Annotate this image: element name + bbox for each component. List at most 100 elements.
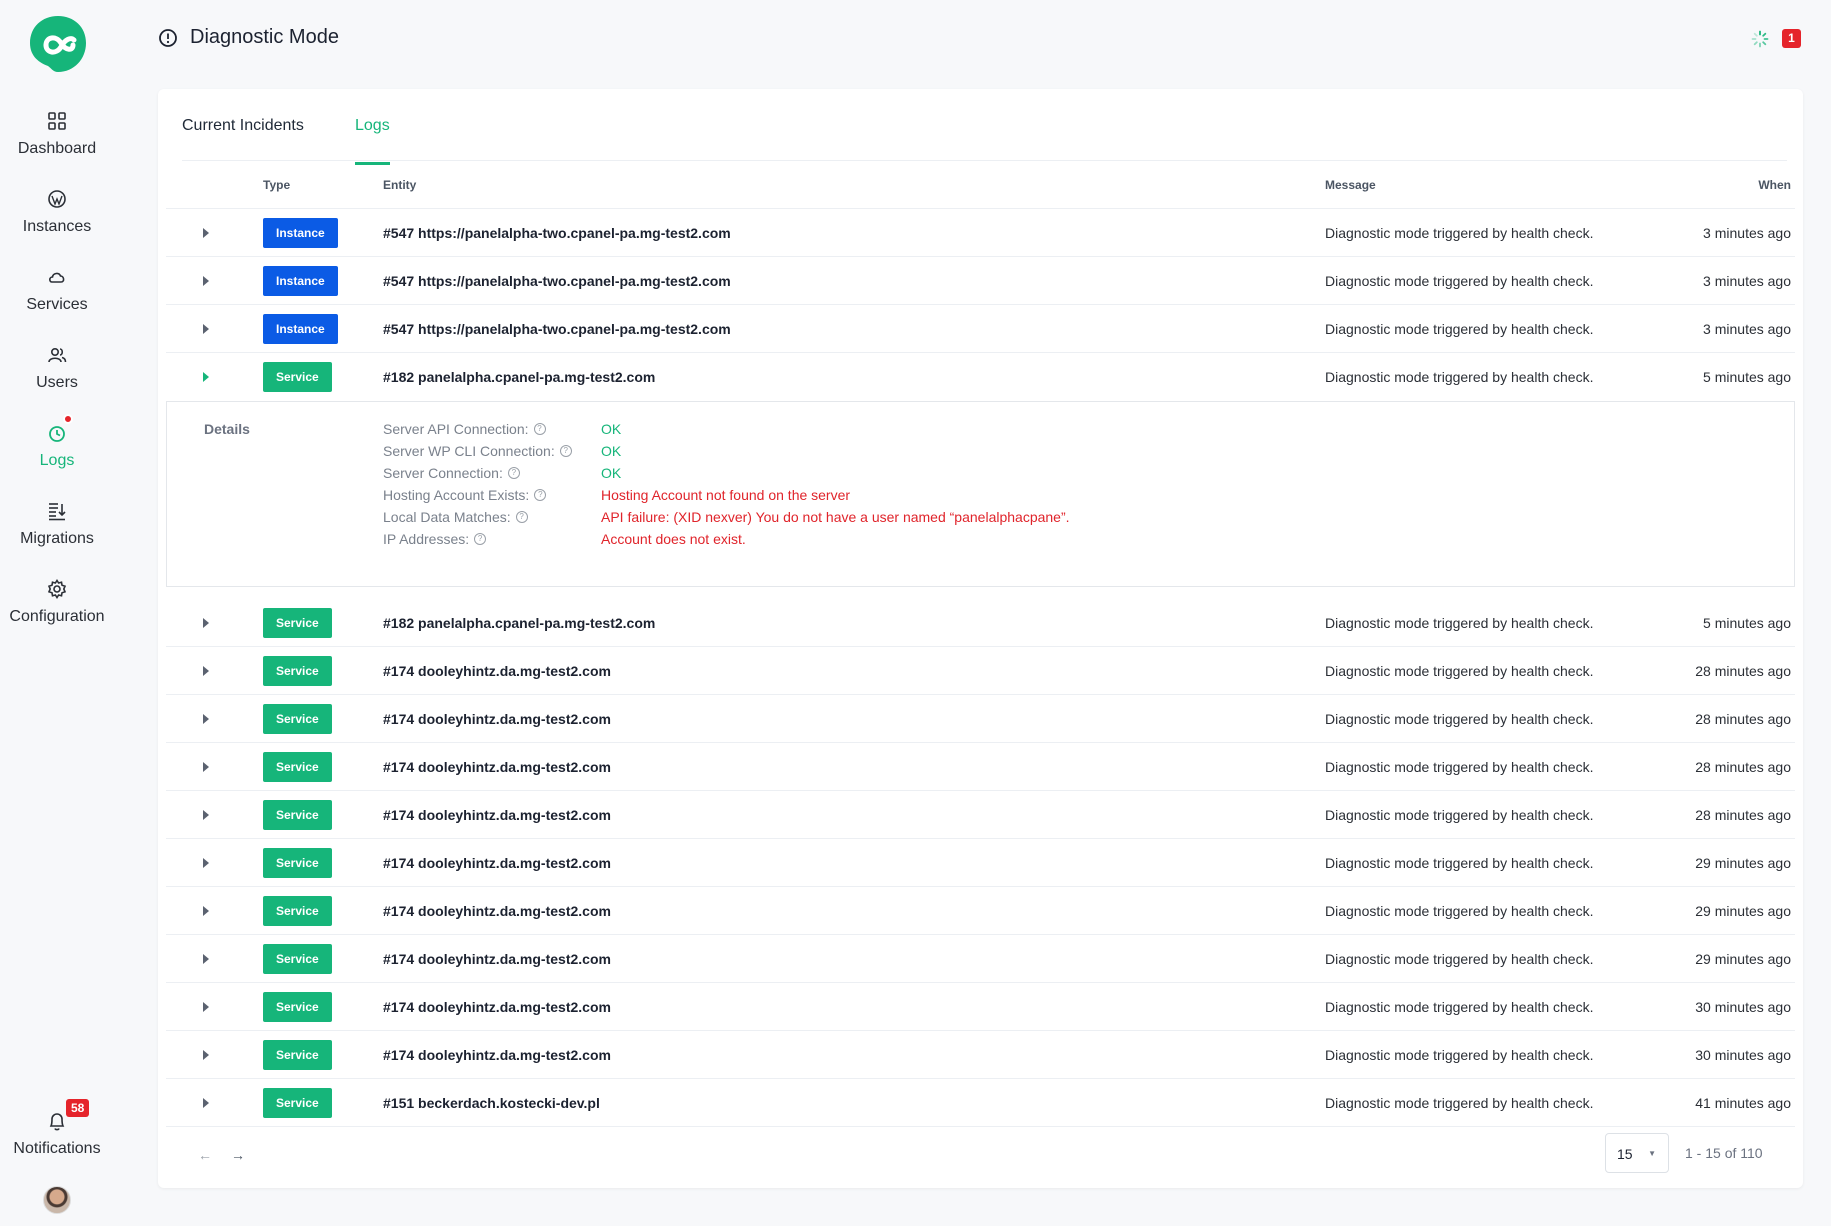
log-time: 41 minutes ago <box>1695 1095 1791 1111</box>
log-time: 28 minutes ago <box>1695 759 1791 775</box>
alerts-count-badge[interactable]: 1 <box>1782 29 1801 48</box>
expand-caret-icon[interactable] <box>203 1050 209 1060</box>
help-icon[interactable]: ? <box>533 423 546 435</box>
table-row[interactable]: Service #174 dooleyhintz.da.mg-test2.com D… <box>166 935 1795 983</box>
detail-value: API failure: (XID nexver) You do not hav… <box>601 509 1070 525</box>
table-row[interactable]: Service #182 panelalpha.cpanel-pa.mg-test… <box>166 353 1795 401</box>
sidebar-item-notifications[interactable]: 58 Notifications <box>0 1099 114 1158</box>
detail-row: Server API Connection:? OK <box>383 421 621 437</box>
log-message: Diagnostic mode triggered by health chec… <box>1325 1047 1594 1063</box>
help-icon[interactable]: ? <box>507 467 520 479</box>
previous-page-arrow-icon[interactable]: ← <box>198 1147 212 1163</box>
sidebar-item-label: Instances <box>22 218 92 235</box>
table-row[interactable]: Instance #547 https://panelalpha-two.cpan… <box>166 257 1795 305</box>
column-header-entity: Entity <box>383 178 417 192</box>
entity-link[interactable]: #182 panelalpha.cpanel-pa.mg-test2.com <box>383 615 655 631</box>
entity-link[interactable]: #182 panelalpha.cpanel-pa.mg-test2.com <box>383 369 655 385</box>
log-message: Diagnostic mode triggered by health chec… <box>1325 615 1594 631</box>
expand-caret-icon[interactable] <box>203 618 209 628</box>
type-badge: Instance <box>263 266 338 296</box>
entity-link[interactable]: #174 dooleyhintz.da.mg-test2.com <box>383 903 611 919</box>
expand-caret-icon[interactable] <box>203 1098 209 1108</box>
table-row[interactable]: Service #182 panelalpha.cpanel-pa.mg-test… <box>166 599 1795 647</box>
sidebar-item-services[interactable]: Services <box>0 266 114 314</box>
table-row[interactable]: Service #174 dooleyhintz.da.mg-test2.com D… <box>166 887 1795 935</box>
entity-link[interactable]: #174 dooleyhintz.da.mg-test2.com <box>383 855 611 871</box>
tab-logs[interactable]: Logs <box>355 117 390 165</box>
entity-link[interactable]: #151 beckerdach.kostecki-dev.pl <box>383 1095 600 1111</box>
panelalpha-logo-icon[interactable] <box>27 13 89 75</box>
expand-caret-icon[interactable] <box>203 276 209 286</box>
expand-caret-icon[interactable] <box>203 954 209 964</box>
tab-bar: Current Incidents Logs <box>182 89 1787 165</box>
sidebar-item-label: Services <box>26 296 88 313</box>
log-time: 29 minutes ago <box>1695 855 1791 871</box>
help-icon[interactable]: ? <box>534 489 547 501</box>
wordpress-icon <box>48 190 66 208</box>
table-row[interactable]: Service #174 dooleyhintz.da.mg-test2.com D… <box>166 791 1795 839</box>
column-header-type: Type <box>263 178 291 192</box>
entity-link[interactable]: #547 https://panelalpha-two.cpanel-pa.mg… <box>383 273 731 289</box>
help-icon[interactable]: ? <box>515 511 528 523</box>
entity-link[interactable]: #174 dooleyhintz.da.mg-test2.com <box>383 807 611 823</box>
detail-row: Server WP CLI Connection:? OK <box>383 443 621 459</box>
expand-caret-icon[interactable] <box>203 858 209 868</box>
table-row[interactable]: Service #174 dooleyhintz.da.mg-test2.com D… <box>166 1031 1795 1079</box>
expand-caret-icon[interactable] <box>203 666 209 676</box>
user-avatar[interactable] <box>43 1186 71 1214</box>
expand-caret-icon[interactable] <box>203 714 209 724</box>
detail-value: OK <box>601 465 622 481</box>
detail-key: IP Addresses:? <box>383 531 487 547</box>
detail-row: Hosting Account Exists:? Hosting Account … <box>383 487 850 503</box>
log-time: 28 minutes ago <box>1695 711 1791 727</box>
type-badge: Service <box>263 362 332 392</box>
log-message: Diagnostic mode triggered by health chec… <box>1325 1095 1594 1111</box>
entity-link[interactable]: #174 dooleyhintz.da.mg-test2.com <box>383 999 611 1015</box>
entity-link[interactable]: #174 dooleyhintz.da.mg-test2.com <box>383 759 611 775</box>
expand-caret-icon[interactable] <box>203 228 209 238</box>
entity-link[interactable]: #174 dooleyhintz.da.mg-test2.com <box>383 951 611 967</box>
type-badge: Instance <box>263 314 338 344</box>
detail-row: IP Addresses:? Account does not exist. <box>383 531 746 547</box>
entity-link[interactable]: #174 dooleyhintz.da.mg-test2.com <box>383 1047 611 1063</box>
log-message: Diagnostic mode triggered by health chec… <box>1325 999 1594 1015</box>
expand-caret-icon[interactable] <box>203 762 209 772</box>
entity-link[interactable]: #547 https://panelalpha-two.cpanel-pa.mg… <box>383 321 731 337</box>
sidebar-item-migrations[interactable]: Migrations <box>0 500 114 548</box>
sidebar: Dashboard Instances Services Users Logs … <box>0 0 114 1226</box>
detail-row: Local Data Matches:? API failure: (XID ne… <box>383 509 1070 525</box>
sidebar-item-instances[interactable]: Instances <box>0 188 114 236</box>
table-header: Type Entity Message When <box>166 161 1795 209</box>
next-page-arrow-icon[interactable]: → <box>231 1147 245 1163</box>
help-icon[interactable]: ? <box>559 445 572 457</box>
sidebar-item-dashboard[interactable]: Dashboard <box>0 110 114 158</box>
table-row[interactable]: Instance #547 https://panelalpha-two.cpan… <box>166 209 1795 257</box>
log-message: Diagnostic mode triggered by health chec… <box>1325 903 1594 919</box>
entity-link[interactable]: #174 dooleyhintz.da.mg-test2.com <box>383 711 611 727</box>
sidebar-item-label: Migrations <box>20 530 94 547</box>
sidebar-item-users[interactable]: Users <box>0 344 114 392</box>
expand-caret-icon[interactable] <box>203 372 209 382</box>
detail-key: Server WP CLI Connection:? <box>383 443 572 459</box>
tab-current-incidents[interactable]: Current Incidents <box>182 117 304 162</box>
sidebar-item-logs[interactable]: Logs <box>0 414 114 470</box>
table-row[interactable]: Service #174 dooleyhintz.da.mg-test2.com D… <box>166 743 1795 791</box>
sidebar-item-configuration[interactable]: Configuration <box>0 578 114 626</box>
table-row[interactable]: Service #174 dooleyhintz.da.mg-test2.com D… <box>166 695 1795 743</box>
expand-caret-icon[interactable] <box>203 906 209 916</box>
sidebar-item-label: Notifications <box>13 1140 101 1157</box>
type-badge: Service <box>263 848 332 878</box>
table-row[interactable]: Instance #547 https://panelalpha-two.cpan… <box>166 305 1795 353</box>
table-row[interactable]: Service #174 dooleyhintz.da.mg-test2.com D… <box>166 983 1795 1031</box>
detail-key: Server API Connection:? <box>383 421 546 437</box>
table-row[interactable]: Service #174 dooleyhintz.da.mg-test2.com D… <box>166 647 1795 695</box>
migrate-icon <box>49 503 66 521</box>
table-row[interactable]: Service #174 dooleyhintz.da.mg-test2.com D… <box>166 839 1795 887</box>
help-icon[interactable]: ? <box>474 533 487 545</box>
expand-caret-icon[interactable] <box>203 324 209 334</box>
expand-caret-icon[interactable] <box>203 810 209 820</box>
entity-link[interactable]: #547 https://panelalpha-two.cpanel-pa.mg… <box>383 225 731 241</box>
per-page-select[interactable]: 15 ▼ <box>1605 1133 1669 1173</box>
entity-link[interactable]: #174 dooleyhintz.da.mg-test2.com <box>383 663 611 679</box>
expand-caret-icon[interactable] <box>203 1002 209 1012</box>
